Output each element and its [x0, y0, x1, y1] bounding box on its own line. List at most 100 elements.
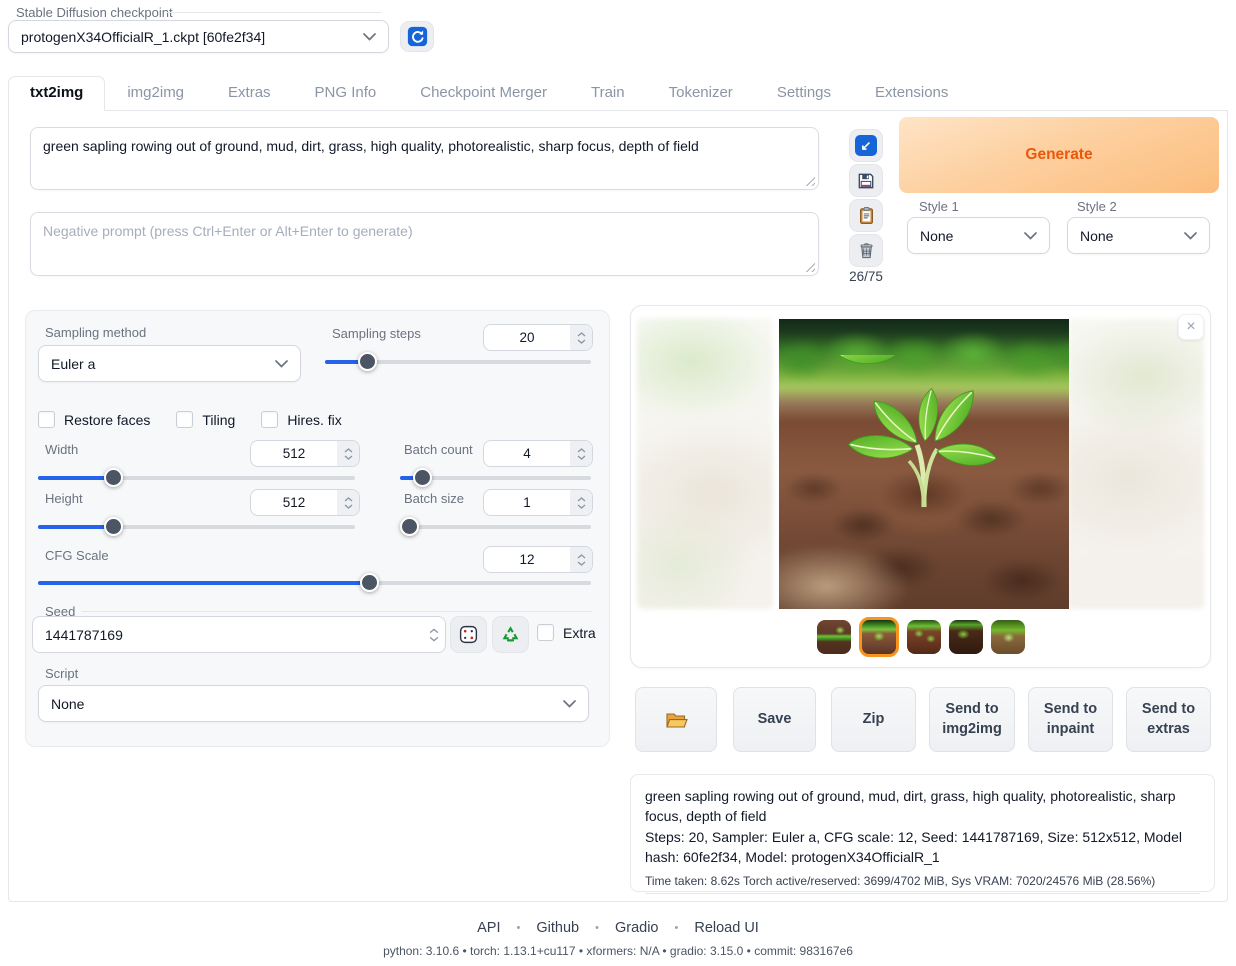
- style1-value: None: [920, 228, 953, 244]
- sampling-method-select[interactable]: Euler a: [38, 345, 301, 382]
- tab-extras[interactable]: Extras: [228, 77, 271, 110]
- stepper-arrows-icon[interactable]: [570, 490, 592, 515]
- seed-input[interactable]: 1441787169: [32, 616, 446, 653]
- tab-img2img[interactable]: img2img: [127, 77, 184, 110]
- clear-prompt-button[interactable]: [849, 234, 883, 267]
- style1-select[interactable]: None: [907, 217, 1050, 254]
- zip-button[interactable]: Zip: [831, 687, 916, 752]
- tab-txt2img[interactable]: txt2img: [8, 76, 105, 111]
- save-style-button[interactable]: [849, 164, 883, 197]
- save-button[interactable]: Save: [733, 687, 816, 752]
- batch-size-number[interactable]: 1: [483, 489, 593, 516]
- slider-thumb[interactable]: [104, 517, 123, 536]
- send-to-img2img-button[interactable]: Send to img2img: [929, 687, 1015, 752]
- width-slider[interactable]: [38, 468, 355, 487]
- generation-perf-stats: Time taken: 8.62s Torch active/reserved:…: [645, 874, 1200, 894]
- checkpoint-value: protogenX34OfficialR_1.ckpt [60fe2f34]: [21, 29, 265, 45]
- slider-thumb[interactable]: [360, 573, 379, 592]
- checkbox-box[interactable]: [176, 411, 193, 428]
- stepper-arrows-icon[interactable]: [570, 547, 592, 572]
- gallery-thumbnail-5[interactable]: [991, 620, 1025, 654]
- send-to-extras-button[interactable]: Send to extras: [1126, 687, 1211, 752]
- batch-count-number[interactable]: 4: [483, 440, 593, 467]
- stepper-arrows-icon[interactable]: [337, 490, 359, 515]
- gallery-preview-left[interactable]: [637, 318, 773, 609]
- extra-seed-checkbox[interactable]: Extra: [537, 624, 596, 641]
- style1-label: Style 1: [919, 199, 959, 214]
- batch-size-slider[interactable]: [400, 517, 591, 536]
- apply-style-button[interactable]: [849, 199, 883, 232]
- footer-link-reload-ui[interactable]: Reload UI: [694, 920, 758, 936]
- generated-image[interactable]: [779, 319, 1069, 609]
- footer-link-api[interactable]: API: [477, 920, 500, 936]
- gallery-preview-right[interactable]: [1068, 318, 1204, 609]
- width-number[interactable]: 512: [250, 440, 360, 467]
- sampling-method-value: Euler a: [51, 356, 95, 372]
- footer-link-github[interactable]: Github: [536, 920, 579, 936]
- tiling-checkbox[interactable]: Tiling: [176, 411, 235, 428]
- gallery-thumbnail-4[interactable]: [949, 620, 983, 654]
- open-folder-button[interactable]: [635, 687, 717, 752]
- tab-extensions[interactable]: Extensions: [875, 77, 948, 110]
- gallery-thumbnail-3[interactable]: [907, 620, 941, 654]
- footer-link-gradio[interactable]: Gradio: [615, 920, 659, 936]
- paste-generation-params-button[interactable]: ↙: [849, 129, 883, 162]
- generate-button[interactable]: Generate: [899, 117, 1219, 193]
- chevron-down-icon: [275, 360, 288, 368]
- checkbox-box[interactable]: [537, 624, 554, 641]
- cfg-scale-number[interactable]: 12: [483, 546, 593, 573]
- negative-prompt-field-wrap: [30, 212, 819, 276]
- restore-faces-checkbox[interactable]: Restore faces: [38, 411, 150, 428]
- sampling-steps-slider[interactable]: [325, 352, 591, 371]
- random-seed-button[interactable]: [450, 616, 487, 653]
- stepper-arrows-icon[interactable]: [423, 617, 445, 652]
- checkbox-box[interactable]: [38, 411, 55, 428]
- gallery-thumbnail-2-selected[interactable]: [859, 617, 899, 657]
- stepper-arrows-icon[interactable]: [570, 325, 592, 350]
- tab-checkpoint-merger[interactable]: Checkpoint Merger: [420, 77, 547, 110]
- negative-prompt-input[interactable]: [30, 212, 819, 276]
- checkpoint-select[interactable]: protogenX34OfficialR_1.ckpt [60fe2f34]: [8, 20, 389, 53]
- height-number[interactable]: 512: [250, 489, 360, 516]
- batch-count-slider[interactable]: [400, 468, 591, 487]
- chevron-down-icon: [1184, 232, 1197, 240]
- slider-thumb[interactable]: [400, 517, 419, 536]
- generation-info-prompt: green sapling rowing out of ground, mud,…: [645, 786, 1200, 827]
- slider-thumb[interactable]: [358, 352, 377, 371]
- tab-train[interactable]: Train: [591, 77, 625, 110]
- stepper-arrows-icon[interactable]: [337, 441, 359, 466]
- tiling-label: Tiling: [202, 412, 235, 428]
- send-to-inpaint-button[interactable]: Send to inpaint: [1028, 687, 1113, 752]
- gallery-thumbnail-1[interactable]: [817, 620, 851, 654]
- slider-thumb[interactable]: [104, 468, 123, 487]
- slider-track[interactable]: [38, 581, 591, 585]
- tab-tokenizer[interactable]: Tokenizer: [669, 77, 733, 110]
- height-value[interactable]: 512: [251, 490, 337, 515]
- tab-png-info[interactable]: PNG Info: [315, 77, 377, 110]
- hires-fix-checkbox[interactable]: Hires. fix: [261, 411, 341, 428]
- close-gallery-button[interactable]: ×: [1178, 314, 1204, 340]
- style2-select[interactable]: None: [1067, 217, 1210, 254]
- batch-size-value[interactable]: 1: [484, 490, 570, 515]
- stepper-arrows-icon[interactable]: [570, 441, 592, 466]
- tab-settings[interactable]: Settings: [777, 77, 831, 110]
- cfg-scale-slider[interactable]: [38, 573, 591, 592]
- checkbox-box[interactable]: [261, 411, 278, 428]
- slider-track[interactable]: [38, 525, 355, 529]
- dice-icon: [458, 624, 479, 645]
- seed-value[interactable]: 1441787169: [33, 617, 423, 652]
- slider-thumb[interactable]: [413, 468, 432, 487]
- script-select[interactable]: None: [38, 685, 589, 722]
- sampling-steps-number[interactable]: 20: [483, 324, 593, 351]
- prompt-input[interactable]: green sapling rowing out of ground, mud,…: [30, 127, 819, 190]
- batch-count-value[interactable]: 4: [484, 441, 570, 466]
- slider-track[interactable]: [38, 476, 355, 480]
- cfg-scale-value[interactable]: 12: [484, 547, 570, 572]
- refresh-checkpoint-button[interactable]: [400, 21, 434, 52]
- slider-track[interactable]: [400, 525, 591, 529]
- height-slider[interactable]: [38, 517, 355, 536]
- sampling-steps-value[interactable]: 20: [484, 325, 570, 350]
- reuse-seed-button[interactable]: [492, 616, 529, 653]
- extra-seed-label: Extra: [563, 625, 596, 641]
- width-value[interactable]: 512: [251, 441, 337, 466]
